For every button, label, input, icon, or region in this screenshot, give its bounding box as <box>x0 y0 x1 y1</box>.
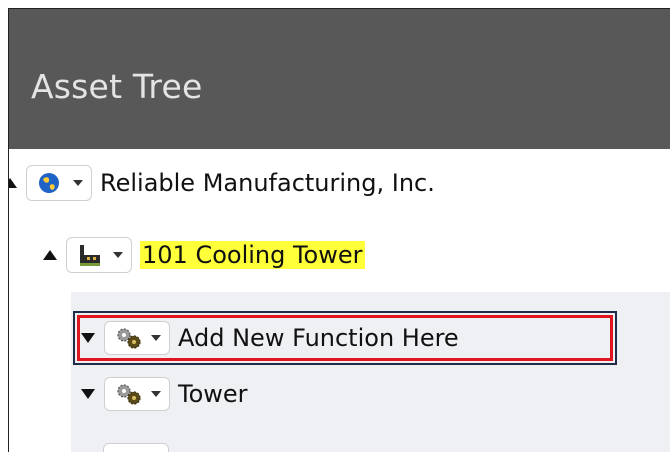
chevron-down-icon <box>73 180 83 186</box>
expand-icon[interactable] <box>81 333 95 343</box>
gears-icon <box>117 384 141 405</box>
node-menu-button-child[interactable] <box>104 377 170 411</box>
panel-title: Asset Tree <box>31 67 203 106</box>
tree-node-child: Tower <box>81 377 248 411</box>
chevron-down-icon <box>113 252 123 258</box>
node-menu-button-root[interactable] <box>26 165 92 201</box>
asset-tree-panel: Asset Tree Reliable Manufacturing, Inc. <box>8 8 670 452</box>
node-menu-button-level1[interactable] <box>66 237 132 273</box>
tree-node-root: Reliable Manufacturing, Inc. <box>9 165 435 201</box>
node-menu-button-child[interactable] <box>104 321 170 355</box>
factory-icon <box>80 245 100 266</box>
node-menu-button-partial[interactable] <box>103 443 169 452</box>
node-label-child[interactable]: Tower <box>178 380 248 408</box>
asset-tree: Reliable Manufacturing, Inc. 101 Cooling… <box>9 149 670 452</box>
node-label-child[interactable]: Add New Function Here <box>178 324 459 352</box>
node-label-root[interactable]: Reliable Manufacturing, Inc. <box>100 169 435 197</box>
collapse-icon[interactable] <box>43 250 57 260</box>
expand-icon[interactable] <box>81 389 95 399</box>
chevron-down-icon <box>151 391 161 397</box>
collapse-icon[interactable] <box>9 178 17 188</box>
tree-node-level1: 101 Cooling Tower <box>43 237 365 273</box>
chevron-down-icon <box>151 335 161 341</box>
panel-header: Asset Tree <box>9 9 670 149</box>
globe-icon <box>39 173 59 193</box>
tree-node-child: Add New Function Here <box>81 321 459 355</box>
gears-icon <box>117 328 141 349</box>
node-label-level1[interactable]: 101 Cooling Tower <box>140 241 365 269</box>
